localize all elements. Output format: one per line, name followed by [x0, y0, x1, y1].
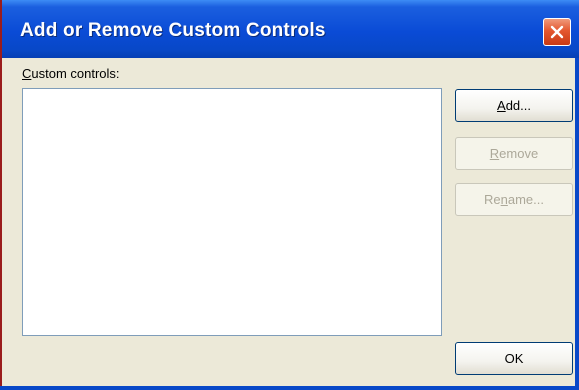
remove-button-mnemonic: R	[489, 146, 500, 161]
add-button-mnemonic: A	[497, 98, 506, 113]
window-title: Add or Remove Custom Controls	[20, 20, 326, 41]
add-button[interactable]: Add...	[455, 89, 573, 122]
label-text: ustom controls:	[31, 66, 120, 81]
close-button[interactable]	[543, 18, 571, 46]
ok-button[interactable]: OK	[455, 342, 573, 375]
remove-button[interactable]: Remove	[455, 137, 573, 170]
rename-button-label: ame...	[507, 192, 544, 207]
rename-button-mnemonic: n	[500, 192, 508, 207]
close-icon	[549, 24, 565, 40]
add-button-label: dd...	[505, 98, 531, 113]
custom-controls-list[interactable]	[22, 88, 442, 336]
title-bar[interactable]: Add or Remove Custom Controls	[2, 0, 579, 58]
ok-button-label: OK	[504, 351, 524, 366]
window-right-border	[575, 58, 579, 388]
custom-controls-label: Custom controls:	[22, 66, 120, 81]
rename-button[interactable]: Re n ame...	[455, 183, 573, 216]
window-bottom-border	[0, 386, 579, 390]
remove-button-label: emove	[499, 146, 539, 161]
rename-button-prefix: Re	[484, 192, 501, 207]
dialog-window: Add or Remove Custom Controls Custom con…	[0, 0, 579, 388]
label-mnemonic: C	[22, 66, 32, 81]
